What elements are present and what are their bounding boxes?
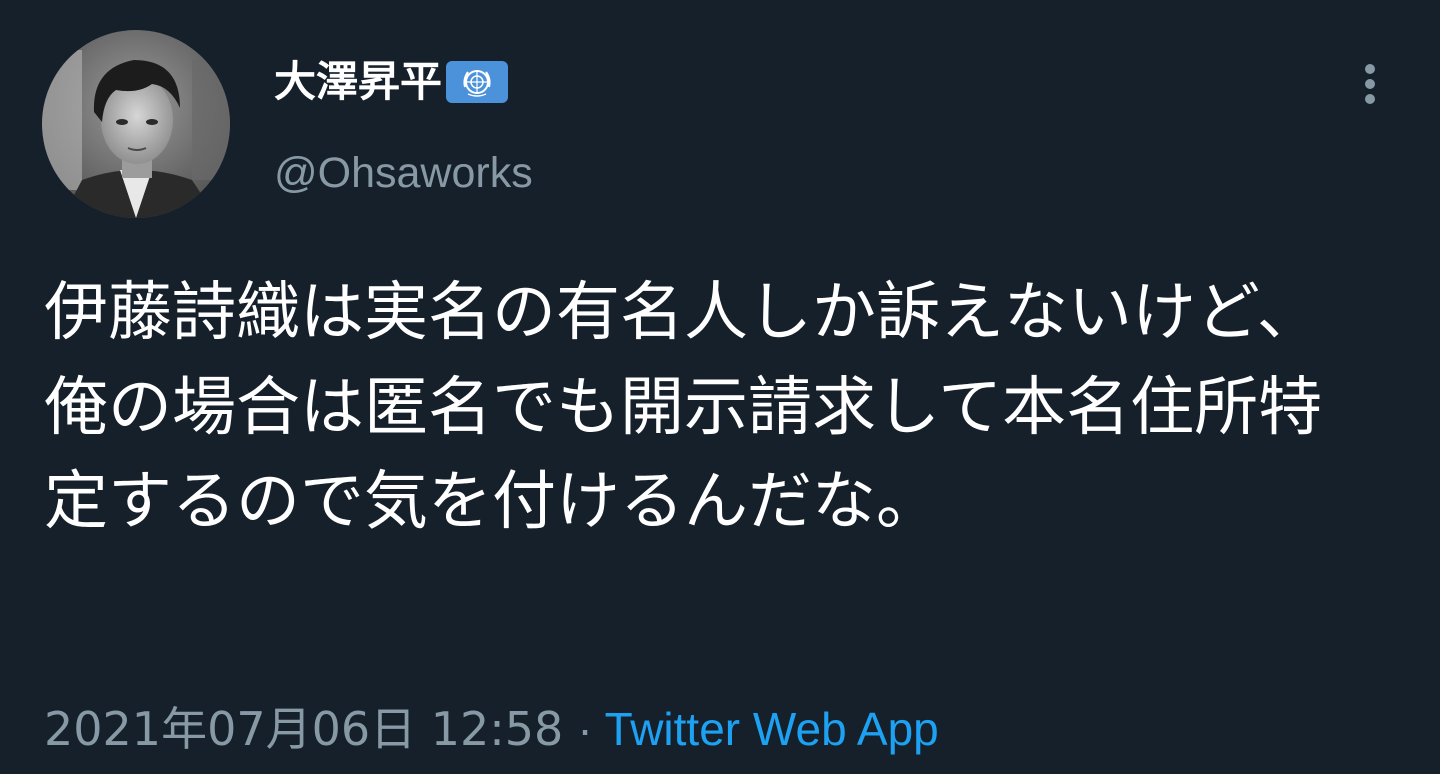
- un-emblem-icon: [446, 61, 509, 103]
- author-display-name: 大澤昇平: [274, 57, 443, 106]
- tweet-timestamp[interactable]: 2021年07月06日 12:58: [44, 700, 563, 758]
- author-avatar[interactable]: [42, 30, 230, 218]
- more-options-button[interactable]: [1348, 56, 1392, 112]
- author-handle[interactable]: @Ohsaworks: [274, 148, 533, 198]
- profile-photo: [42, 30, 230, 218]
- tweet-meta: 2021年07月06日 12:58 · Twitter Web App: [44, 700, 939, 758]
- tweet-card: 大澤昇平 @Ohsaworks 伊藤詩織は実名の有名人しか訴えないけど、俺の場合…: [0, 0, 1440, 774]
- meta-separator: ·: [577, 703, 593, 755]
- author-name-row[interactable]: 大澤昇平: [274, 54, 509, 110]
- source-app-link[interactable]: Twitter Web App: [605, 700, 939, 758]
- tweet-text: 伊藤詩織は実名の有名人しか訴えないけど、俺の場合は匿名でも開示請求して本名住所特…: [44, 276, 1323, 539]
- more-vertical-icon: [1365, 64, 1375, 104]
